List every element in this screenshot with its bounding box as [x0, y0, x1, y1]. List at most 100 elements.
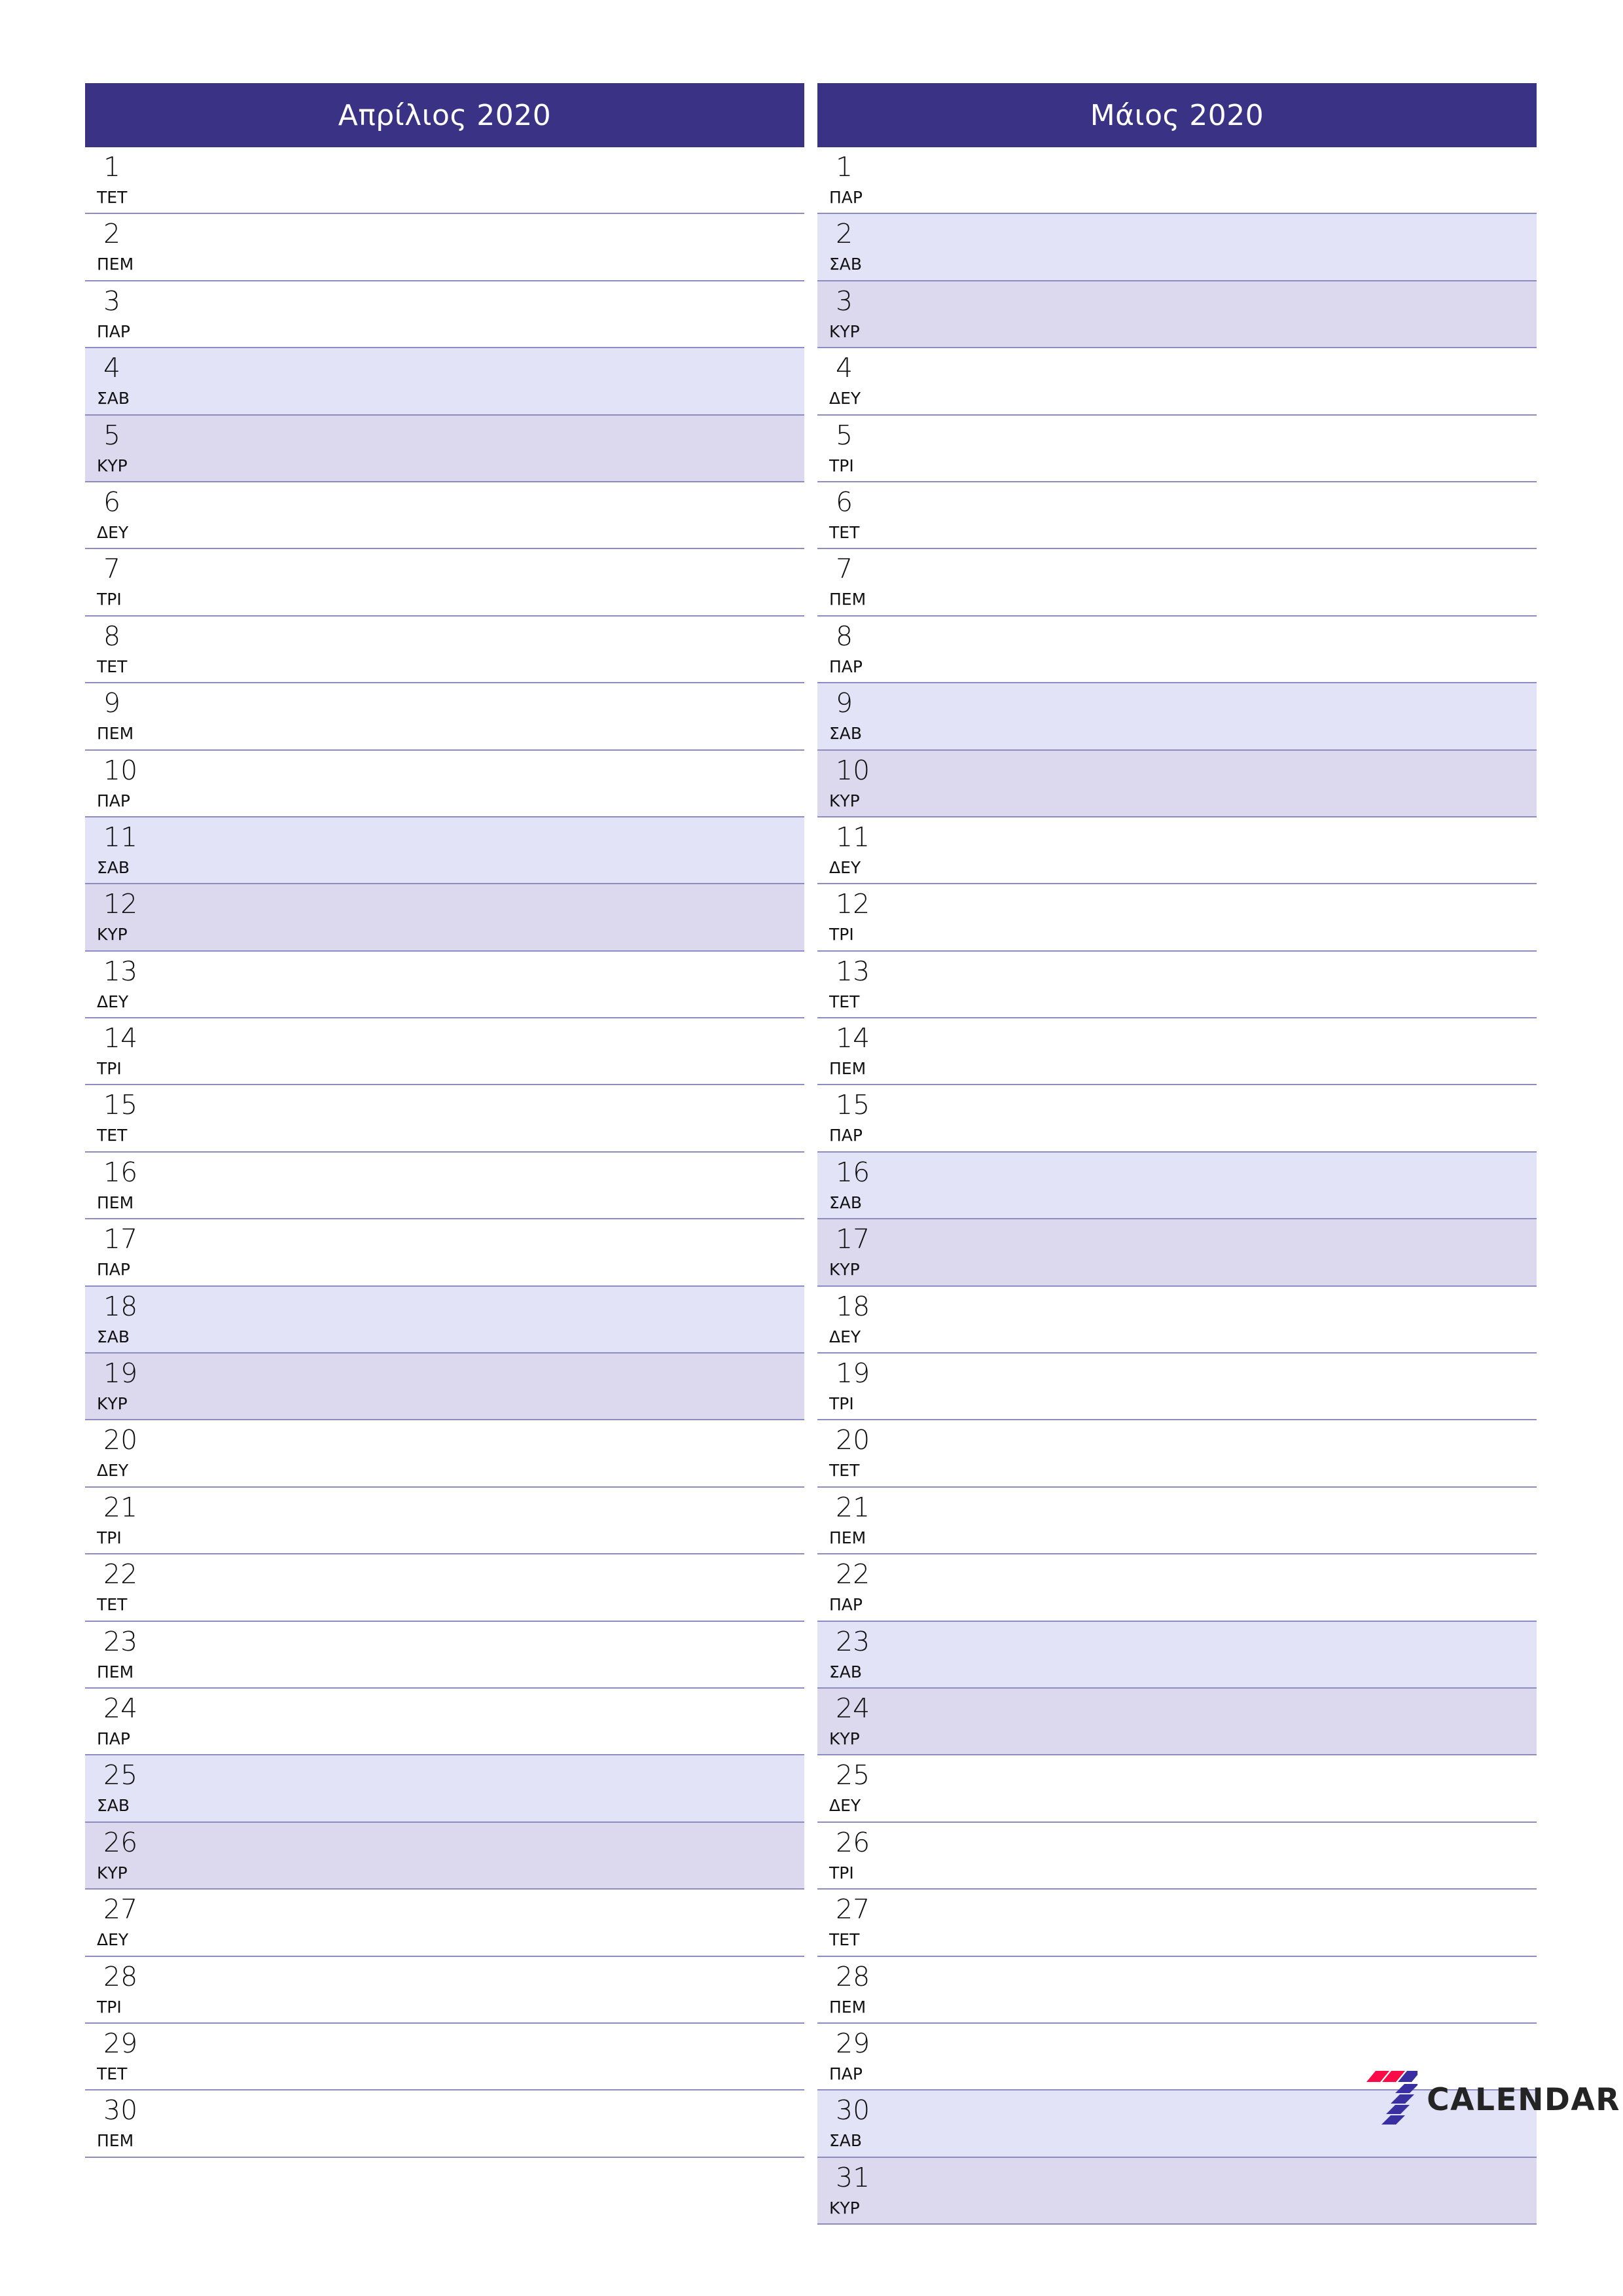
day-row[interactable]: 10 ΠΑΡ: [85, 750, 804, 817]
day-row[interactable]: 2 ΠΕΜ: [85, 214, 804, 281]
day-row[interactable]: 7 ΤΡΙ: [85, 549, 804, 617]
day-row[interactable]: 24 ΠΑΡ: [85, 1688, 804, 1756]
day-row[interactable]: 6 ΔΕΥ: [85, 482, 804, 550]
day-number: 22: [836, 1558, 870, 1590]
day-row[interactable]: 21 ΠΕΜ: [817, 1487, 1537, 1555]
day-row[interactable]: 10 ΚΥΡ: [817, 750, 1537, 817]
day-number: 3: [836, 285, 853, 317]
day-row[interactable]: 15 ΤΕΤ: [85, 1085, 804, 1153]
day-row[interactable]: 7 ΠΕΜ: [817, 549, 1537, 617]
day-number: 11: [836, 821, 870, 853]
day-row[interactable]: 9 ΠΕΜ: [85, 683, 804, 751]
day-row[interactable]: 27 ΔΕΥ: [85, 1890, 804, 1957]
day-row[interactable]: 12 ΤΡΙ: [817, 884, 1537, 952]
day-row[interactable]: 22 ΠΑΡ: [817, 1554, 1537, 1622]
day-weekday-label: ΤΡΙ: [829, 1863, 854, 1882]
day-row[interactable]: 28 ΠΕΜ: [817, 1956, 1537, 2024]
day-row[interactable]: 16 ΠΕΜ: [85, 1152, 804, 1220]
day-number: 28: [103, 1960, 138, 1992]
day-row[interactable]: 13 ΔΕΥ: [85, 951, 804, 1019]
day-number: 15: [836, 1089, 870, 1121]
day-row[interactable]: 25 ΔΕΥ: [817, 1755, 1537, 1823]
day-number: 2: [836, 218, 853, 250]
day-weekday-label: ΣΑΒ: [97, 1327, 130, 1346]
day-number: 21: [103, 1491, 138, 1523]
day-number: 6: [103, 486, 121, 518]
day-number: 19: [836, 1357, 870, 1390]
day-row[interactable]: 3 ΠΑΡ: [85, 281, 804, 349]
day-row[interactable]: 23 ΣΑΒ: [817, 1621, 1537, 1689]
day-row[interactable]: 11 ΣΑΒ: [85, 817, 804, 885]
month-title-april: Απρίλιος 2020: [85, 83, 804, 147]
day-row[interactable]: 19 ΚΥΡ: [85, 1354, 804, 1421]
day-number: 13: [103, 955, 138, 987]
day-row[interactable]: 9 ΣΑΒ: [817, 683, 1537, 751]
month-column-may: Μάιος 2020 1 ΠΑΡ 2 ΣΑΒ 3 ΚΥΡ 4 ΔΕΥ 5 ΤΡΙ 6 ΤΕΤ 7 ΠΕΜ 8…: [817, 83, 1537, 2225]
day-row[interactable]: 13 ΤΕΤ: [817, 951, 1537, 1019]
day-row[interactable]: 21 ΤΡΙ: [85, 1487, 804, 1555]
day-weekday-label: ΔΕΥ: [829, 389, 861, 408]
day-number: 10: [836, 754, 870, 786]
day-row[interactable]: 1 ΤΕΤ: [85, 147, 804, 215]
day-row[interactable]: 22 ΤΕΤ: [85, 1554, 804, 1622]
day-row[interactable]: 19 ΤΡΙ: [817, 1354, 1537, 1421]
day-weekday-label: ΚΥΡ: [829, 2198, 860, 2217]
calendar-page: Απρίλιος 2020 1 ΤΕΤ 2 ΠΕΜ 3 ΠΑΡ 4 ΣΑΒ 5 ΚΥΡ 6 ΔΕΥ 7 Τ…: [0, 0, 1623, 2296]
day-weekday-label: ΠΕΜ: [97, 1193, 134, 1212]
day-row[interactable]: 6 ΤΕΤ: [817, 482, 1537, 550]
day-number: 20: [836, 1424, 870, 1456]
day-weekday-label: ΠΕΜ: [829, 590, 866, 609]
day-row[interactable]: 20 ΔΕΥ: [85, 1420, 804, 1488]
day-weekday-label: ΔΕΥ: [97, 1930, 129, 1950]
day-row[interactable]: 31 ΚΥΡ: [817, 2157, 1537, 2225]
day-row[interactable]: 23 ΠΕΜ: [85, 1621, 804, 1689]
day-row[interactable]: 18 ΔΕΥ: [817, 1286, 1537, 1354]
day-row[interactable]: 17 ΠΑΡ: [85, 1219, 804, 1287]
day-row[interactable]: 4 ΣΑΒ: [85, 348, 804, 416]
day-row[interactable]: 5 ΚΥΡ: [85, 415, 804, 482]
day-weekday-label: ΤΡΙ: [829, 925, 854, 944]
day-weekday-label: ΤΡΙ: [97, 1059, 122, 1079]
day-number: 4: [103, 352, 121, 384]
day-row[interactable]: 8 ΤΕΤ: [85, 616, 804, 684]
day-weekday-label: ΤΕΤ: [97, 1126, 128, 1145]
day-number: 29: [103, 2027, 138, 2059]
day-number: 8: [836, 620, 853, 652]
day-number: 5: [836, 419, 853, 451]
day-weekday-label: ΠΑΡ: [829, 656, 863, 676]
day-weekday-label: ΤΡΙ: [829, 1394, 854, 1414]
day-row[interactable]: 1 ΠΑΡ: [817, 147, 1537, 215]
day-weekday-label: ΤΕΤ: [97, 656, 128, 676]
day-row[interactable]: 25 ΣΑΒ: [85, 1755, 804, 1823]
day-number: 1: [836, 151, 853, 183]
day-weekday-label: ΤΡΙ: [829, 456, 854, 475]
day-row[interactable]: 8 ΠΑΡ: [817, 616, 1537, 684]
day-weekday-label: ΔΕΥ: [97, 1461, 129, 1480]
day-row[interactable]: 3 ΚΥΡ: [817, 281, 1537, 349]
day-number: 16: [836, 1156, 870, 1188]
day-weekday-label: ΚΥΡ: [829, 321, 860, 341]
day-row[interactable]: 15 ΠΑΡ: [817, 1085, 1537, 1153]
day-number: 11: [103, 821, 138, 853]
day-row[interactable]: 11 ΔΕΥ: [817, 817, 1537, 885]
day-weekday-label: ΠΑΡ: [97, 1260, 130, 1280]
day-row[interactable]: 14 ΤΡΙ: [85, 1018, 804, 1086]
day-row[interactable]: 4 ΔΕΥ: [817, 348, 1537, 416]
day-row[interactable]: 28 ΤΡΙ: [85, 1956, 804, 2024]
day-row[interactable]: 17 ΚΥΡ: [817, 1219, 1537, 1287]
day-row[interactable]: 2 ΣΑΒ: [817, 214, 1537, 281]
day-number: 3: [103, 285, 121, 317]
day-row[interactable]: 12 ΚΥΡ: [85, 884, 804, 952]
day-row[interactable]: 26 ΤΡΙ: [817, 1822, 1537, 1890]
7calendar-logo: CALENDAR: [1355, 2070, 1620, 2130]
day-row[interactable]: 14 ΠΕΜ: [817, 1018, 1537, 1086]
day-row[interactable]: 16 ΣΑΒ: [817, 1152, 1537, 1220]
day-number: 6: [836, 486, 853, 518]
day-row[interactable]: 26 ΚΥΡ: [85, 1822, 804, 1890]
day-row[interactable]: 27 ΤΕΤ: [817, 1890, 1537, 1957]
day-number: 31: [836, 2161, 870, 2193]
day-row[interactable]: 24 ΚΥΡ: [817, 1688, 1537, 1756]
day-row[interactable]: 18 ΣΑΒ: [85, 1286, 804, 1354]
day-row[interactable]: 5 ΤΡΙ: [817, 415, 1537, 482]
day-row[interactable]: 20 ΤΕΤ: [817, 1420, 1537, 1488]
